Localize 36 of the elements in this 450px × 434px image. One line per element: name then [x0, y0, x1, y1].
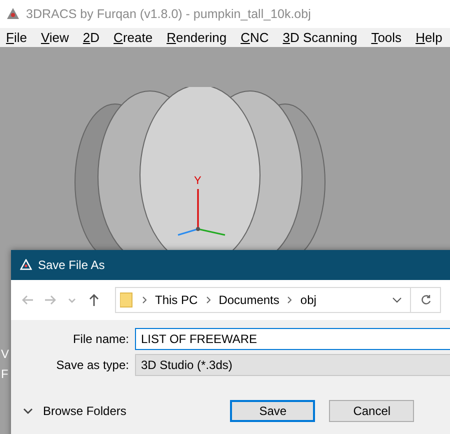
- menu-item[interactable]: File: [6, 30, 27, 45]
- field-label: Save as type:: [55, 358, 130, 372]
- field-label: File name:: [72, 332, 130, 346]
- breadcrumb-item[interactable]: obj: [300, 293, 316, 307]
- file-name-field[interactable]: LIST OF FREEWARE: [135, 328, 450, 350]
- axis-label: Y: [194, 175, 202, 187]
- app-logo-icon: [6, 7, 20, 21]
- viewport-text: F: [1, 367, 10, 381]
- menu-item[interactable]: Tools: [371, 30, 402, 45]
- address-bar[interactable]: This PC Documents obj: [115, 287, 411, 313]
- window-title: 3DRACS by Furqan (v1.8.0) - pumpkin_tall_10k.obj: [26, 7, 311, 21]
- app-logo-icon: [20, 259, 32, 271]
- menu-item[interactable]: CNC: [240, 30, 269, 45]
- save-button[interactable]: Save: [230, 400, 316, 422]
- cancel-button[interactable]: Cancel: [329, 400, 414, 422]
- menu-item[interactable]: 2D: [82, 30, 100, 45]
- menu-item[interactable]: 3D Scanning: [282, 30, 358, 45]
- refresh-icon: [420, 294, 432, 306]
- menu-item[interactable]: Help: [416, 30, 442, 45]
- dialog-title: Save File As: [38, 258, 105, 272]
- breadcrumb-item[interactable]: This PC: [155, 293, 198, 307]
- menu-item[interactable]: View: [40, 30, 69, 45]
- file-type-select[interactable]: 3D Studio (*.3ds): [135, 354, 450, 376]
- chevron-icon: [23, 408, 33, 414]
- chevron-icon: [142, 296, 147, 304]
- browse-folders-toggle[interactable]: Browse Folders: [23, 404, 126, 418]
- viewport-text: V: [1, 347, 10, 361]
- menu-item[interactable]: Create: [114, 30, 153, 45]
- folder-icon: [120, 292, 134, 308]
- breadcrumb-item[interactable]: Documents: [218, 293, 280, 307]
- menu-item[interactable]: Rendering: [166, 30, 227, 45]
- up-icon[interactable]: [87, 293, 101, 307]
- chevron-icon: [206, 296, 211, 304]
- dropdown-icon[interactable]: [392, 297, 402, 303]
- refresh-button[interactable]: [411, 287, 441, 313]
- chevron-icon: [287, 296, 292, 304]
